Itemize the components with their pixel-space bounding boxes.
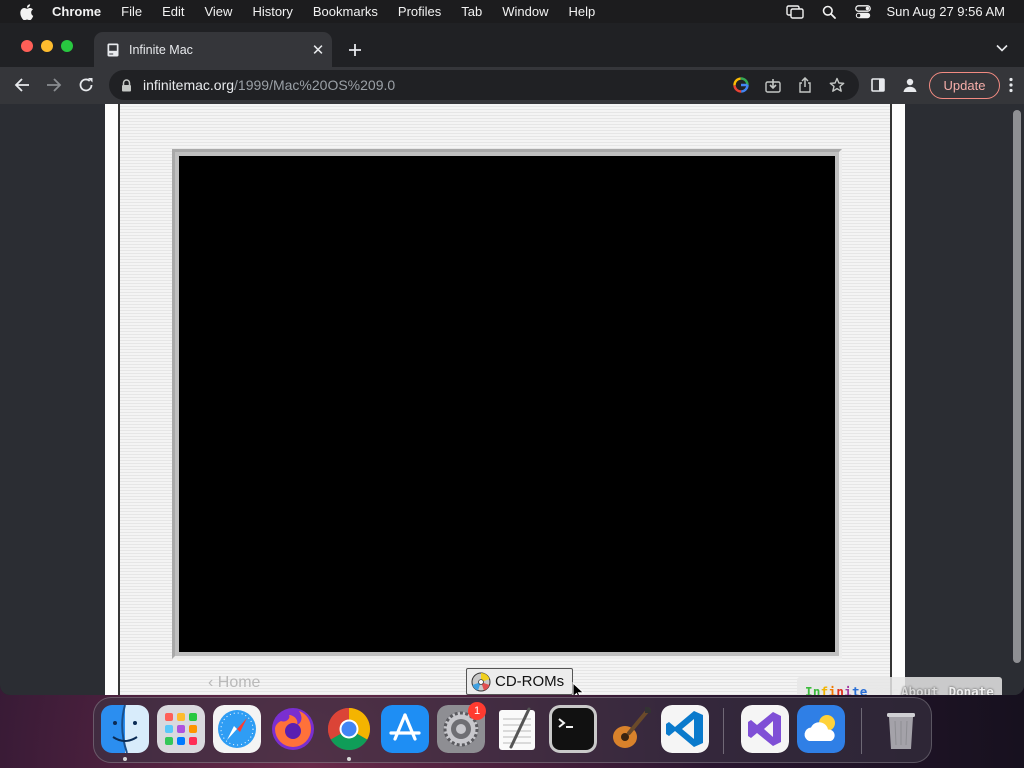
- minimize-window-button[interactable]: [41, 40, 53, 52]
- menu-history[interactable]: History: [242, 0, 302, 23]
- tab-title: Infinite Mac: [129, 42, 193, 57]
- address-bar[interactable]: infinitemac.org/1999/Mac%20OS%209.0: [109, 70, 859, 100]
- zoom-window-button[interactable]: [61, 40, 73, 52]
- browser-window: Infinite Mac ✕ infinitemac.org/1999/Mac%…: [0, 23, 1024, 695]
- terminal-icon[interactable]: [549, 705, 597, 753]
- control-center-icon[interactable]: [846, 0, 880, 23]
- home-link[interactable]: ‹ Home: [208, 674, 260, 692]
- safari-icon[interactable]: [213, 705, 261, 753]
- page-viewport: ‹ Home CD-ROMs Infinite Mac About Donate: [0, 104, 1024, 695]
- chrome-running-indicator: [347, 757, 351, 761]
- dock-separator: [861, 708, 862, 754]
- firefox-icon[interactable]: [269, 705, 317, 753]
- visual-studio-code-icon[interactable]: [661, 705, 709, 753]
- infinite-mac-logo[interactable]: Infinite Mac: [805, 684, 899, 696]
- brand-letter: n: [812, 683, 821, 696]
- back-arrow-icon[interactable]: [8, 71, 36, 99]
- close-window-button[interactable]: [21, 40, 33, 52]
- tab-close-icon[interactable]: ✕: [304, 36, 332, 64]
- system-settings-badge: 1: [468, 702, 486, 720]
- new-tab-button[interactable]: [341, 36, 369, 64]
- site-footer-nav: Infinite Mac About Donate: [797, 677, 1002, 695]
- trash-icon[interactable]: [877, 705, 925, 753]
- menu-bar: Chrome File Edit View History Bookmarks …: [0, 0, 1024, 23]
- screen-recess: [172, 149, 842, 659]
- mouse-pointer-icon: [572, 682, 585, 695]
- update-chrome-button[interactable]: Update: [929, 72, 1000, 99]
- google-chrome-icon[interactable]: [325, 705, 373, 753]
- menubar-clock[interactable]: Sun Aug 27 9:56 AM: [880, 4, 1024, 19]
- menu-bookmarks[interactable]: Bookmarks: [303, 0, 388, 23]
- url-path: /1999/Mac%20OS%209.0: [234, 77, 396, 93]
- menu-edit[interactable]: Edit: [152, 0, 194, 23]
- lock-icon[interactable]: [121, 78, 135, 92]
- brand-letter: e: [859, 683, 868, 696]
- tab-infinite-mac[interactable]: Infinite Mac ✕: [94, 32, 332, 67]
- finder-running-indicator: [123, 757, 127, 761]
- share-icon[interactable]: [789, 70, 821, 100]
- brand-letter: i: [844, 683, 852, 696]
- app-store-icon[interactable]: [381, 705, 429, 753]
- finder-icon[interactable]: [101, 705, 149, 753]
- bookmark-star-icon[interactable]: [821, 70, 853, 100]
- reload-icon[interactable]: [72, 71, 100, 99]
- scrollbar-thumb[interactable]: [1013, 110, 1021, 663]
- textedit-icon[interactable]: [493, 705, 541, 753]
- brand-letter: c: [891, 683, 899, 696]
- brand-letter: n: [836, 683, 845, 696]
- google-lens-icon[interactable]: [725, 70, 757, 100]
- donate-link[interactable]: Donate: [949, 684, 994, 696]
- side-panel-icon[interactable]: [863, 71, 893, 99]
- profile-avatar-icon[interactable]: [895, 71, 925, 99]
- page-scrollbar[interactable]: [1010, 104, 1024, 695]
- dock-separator: [723, 708, 724, 754]
- cd-roms-label: CD-ROMs: [495, 673, 565, 690]
- about-link[interactable]: About: [901, 684, 939, 696]
- address-url: infinitemac.org/1999/Mac%20OS%209.0: [143, 77, 395, 93]
- more-menu-icon[interactable]: [1002, 71, 1020, 99]
- tab-strip: Infinite Mac ✕: [0, 23, 1024, 67]
- forward-arrow-icon[interactable]: [40, 71, 68, 99]
- monitor-bezel: ‹ Home CD-ROMs: [118, 104, 892, 695]
- menu-profiles[interactable]: Profiles: [388, 0, 451, 23]
- tab-search-chevron-icon[interactable]: [990, 36, 1014, 60]
- weather-icon[interactable]: [797, 705, 845, 753]
- cd-rom-icon: [471, 672, 491, 691]
- menu-file[interactable]: File: [111, 0, 152, 23]
- visual-studio-icon[interactable]: [741, 705, 789, 753]
- apple-icon[interactable]: [16, 0, 38, 23]
- menu-window[interactable]: Window: [492, 0, 558, 23]
- emulator-screen[interactable]: [179, 156, 835, 652]
- screen-mirroring-icon[interactable]: [778, 0, 812, 23]
- brand-letter: a: [883, 683, 892, 696]
- cd-roms-button[interactable]: CD-ROMs: [466, 668, 573, 695]
- browser-toolbar: infinitemac.org/1999/Mac%20OS%209.0 Upda…: [0, 67, 1024, 104]
- menu-tab[interactable]: Tab: [451, 0, 492, 23]
- spotlight-search-icon[interactable]: [812, 0, 846, 23]
- brand-letter: t: [851, 683, 860, 696]
- install-app-icon[interactable]: [757, 70, 789, 100]
- garageband-icon[interactable]: [605, 705, 653, 753]
- classic-mac-favicon-icon: [106, 43, 120, 57]
- brand-letter: I: [805, 683, 813, 696]
- menu-view[interactable]: View: [194, 0, 242, 23]
- classic-mac-monitor: ‹ Home CD-ROMs: [105, 104, 905, 695]
- menu-app-name[interactable]: Chrome: [38, 0, 111, 23]
- launchpad-icon[interactable]: [157, 705, 205, 753]
- menu-help[interactable]: Help: [559, 0, 606, 23]
- url-host: infinitemac.org: [143, 77, 235, 93]
- dock: [93, 697, 932, 763]
